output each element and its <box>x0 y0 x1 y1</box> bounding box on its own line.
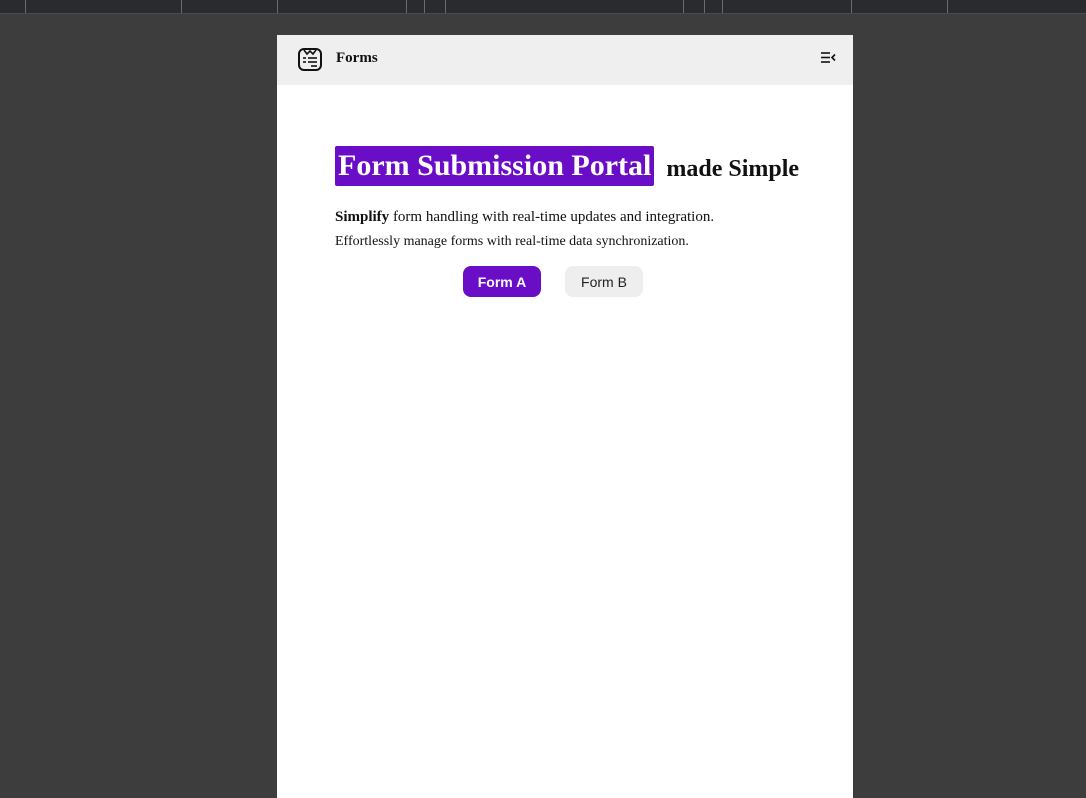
menu-collapse-icon[interactable] <box>820 51 836 65</box>
toolbar-divider <box>277 0 278 13</box>
form-document-icon[interactable] <box>297 46 323 72</box>
description-bold: Simplify <box>335 209 390 225</box>
toolbar-divider <box>181 0 182 13</box>
hero-section: Form Submission Portal made Simple Simpli… <box>335 146 815 250</box>
navbar: Forms <box>277 35 853 85</box>
headline-rest: made Simple <box>666 156 800 182</box>
toolbar-divider <box>406 0 407 13</box>
toolbar-divider <box>445 0 446 13</box>
toolbar-divider <box>424 0 425 13</box>
toolbar-divider <box>851 0 852 13</box>
form-a-button[interactable]: Form A <box>463 266 541 297</box>
toolbar-divider <box>947 0 948 13</box>
page-frame: Forms Form Submission Portal made Simple … <box>277 35 853 798</box>
top-toolbar-strip <box>0 0 1086 14</box>
hero-description: Simplify form handling with real-time up… <box>335 208 815 226</box>
headline-highlight: Form Submission Portal <box>335 146 655 186</box>
toolbar-divider <box>722 0 723 13</box>
toolbar-divider <box>25 0 26 13</box>
toolbar-divider <box>704 0 705 13</box>
description-text: form handling with real-time updates and… <box>389 209 715 225</box>
form-b-button[interactable]: Form B <box>565 266 643 297</box>
brand-name[interactable]: Forms <box>336 50 378 67</box>
hero-headline: Form Submission Portal made Simple <box>335 146 815 187</box>
hero-subtitle: Effortlessly manage forms with real-time… <box>335 234 689 249</box>
toolbar-divider <box>683 0 684 13</box>
